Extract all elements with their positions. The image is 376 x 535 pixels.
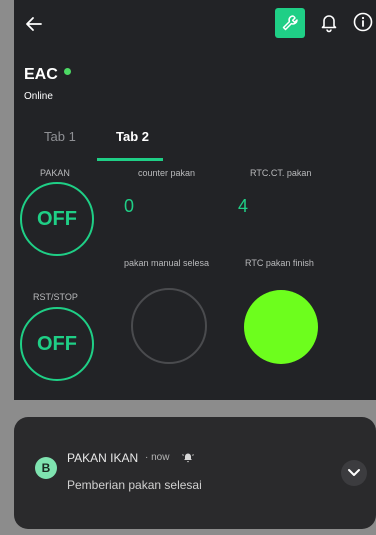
counter-pakan-value: 0 xyxy=(124,196,135,216)
top-bar xyxy=(14,0,376,48)
device-screen: EAC Online Tab 1 Tab 2 PAKAN OFF counter… xyxy=(14,0,376,400)
active-tab-indicator xyxy=(97,158,163,161)
pakan-manual-selesai-led xyxy=(131,288,207,364)
rst-stop-state: OFF xyxy=(37,332,77,355)
pakan-state: OFF xyxy=(37,207,77,230)
pakan-manual-selesai-label: pakan manual selesa xyxy=(124,258,210,268)
rtc-pakan-finish-label: RTC pakan finish xyxy=(245,258,314,268)
device-name: EAC xyxy=(24,66,58,83)
settings-button[interactable] xyxy=(275,8,305,38)
notification-time: · now xyxy=(145,452,170,463)
bell-ringing-icon xyxy=(182,450,194,463)
rtc-ct-pakan-value: 4 xyxy=(238,196,249,216)
rtc-ct-pakan-label: RTC.CT. pakan xyxy=(250,168,312,178)
device-status: Online xyxy=(24,91,53,102)
arrow-left-icon[interactable] xyxy=(22,12,46,36)
pakan-label: PAKAN xyxy=(40,168,70,178)
counter-pakan-label: counter pakan xyxy=(138,168,196,178)
tab-1[interactable]: Tab 1 xyxy=(44,129,76,144)
info-icon[interactable] xyxy=(352,11,374,33)
pakan-button[interactable]: OFF xyxy=(20,182,94,256)
rst-stop-label: RST/STOP xyxy=(33,292,78,302)
notification-card[interactable]: B PAKAN IKAN · now Pemberian pakan seles… xyxy=(14,417,376,529)
app-icon: B xyxy=(35,457,57,479)
rst-stop-button[interactable]: OFF xyxy=(20,307,94,381)
notification-message: Pemberian pakan selesai xyxy=(67,478,202,492)
app-root: EAC Online Tab 1 Tab 2 PAKAN OFF counter… xyxy=(0,0,376,535)
bell-icon[interactable] xyxy=(318,11,340,33)
tab-2[interactable]: Tab 2 xyxy=(116,129,149,144)
notification-app-name: PAKAN IKAN xyxy=(67,451,139,465)
rtc-pakan-finish-led xyxy=(244,290,318,364)
online-indicator xyxy=(64,68,71,75)
expand-button[interactable] xyxy=(341,460,367,486)
